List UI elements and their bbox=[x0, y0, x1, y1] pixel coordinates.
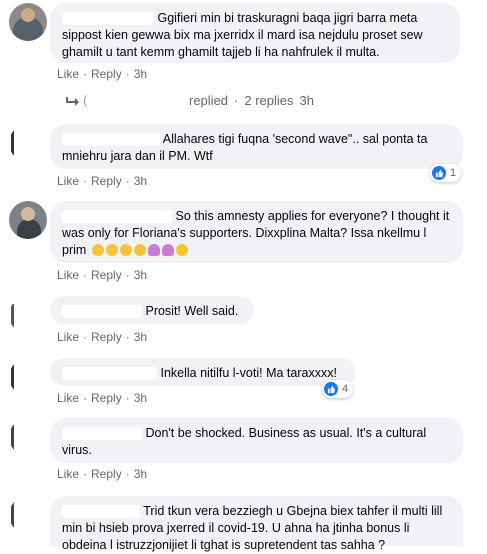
comment-bubble: Inkella nitilfu l-voti! Ma taraxxxx! bbox=[50, 358, 356, 386]
comment-actions: Like · Reply · 3h bbox=[57, 67, 148, 81]
comment-bubble: Ggifieri min bi traskuragni baqa jigri b… bbox=[50, 3, 460, 63]
reaction-count[interactable]: 1 bbox=[430, 164, 462, 182]
face-emoji bbox=[91, 244, 104, 256]
reply-button[interactable]: Reply bbox=[91, 391, 122, 405]
like-button[interactable]: Like bbox=[57, 330, 79, 344]
like-reaction-icon bbox=[432, 166, 446, 180]
timestamp[interactable]: 3h bbox=[134, 174, 147, 188]
comment-bubble: Trid tkun vera bezziegh u Gbejna biex ta… bbox=[50, 496, 463, 552]
comment-bubble: Allahares tigi fuqna 'second wave".. sal… bbox=[50, 124, 463, 169]
timestamp[interactable]: 3h bbox=[134, 67, 147, 81]
like-button[interactable]: Like bbox=[57, 391, 79, 405]
comment-bubble: Prosit! Well said. bbox=[50, 296, 254, 324]
reply-button[interactable]: Reply bbox=[91, 268, 122, 282]
author-name-redacted[interactable] bbox=[62, 305, 142, 319]
reply-button[interactable]: Reply bbox=[91, 467, 122, 481]
author-name-redacted[interactable] bbox=[62, 133, 160, 147]
comment-actions: Like · Reply · 3h bbox=[57, 467, 148, 481]
reply-count[interactable]: 2 replies bbox=[244, 93, 293, 108]
comment-text: Inkella nitilfu l-voti! Ma taraxxxx! bbox=[160, 366, 337, 380]
woman-facepalming-emoji bbox=[161, 244, 174, 256]
reply-button[interactable]: Reply bbox=[91, 330, 122, 344]
replier-avatar bbox=[84, 93, 93, 108]
comment-actions: Like · Reply · 3h bbox=[57, 268, 148, 282]
reaction-count[interactable]: 4 bbox=[322, 380, 354, 398]
comment-bubble: So this amnesty applies for everyone? I … bbox=[50, 201, 463, 263]
timestamp[interactable]: 3h bbox=[134, 330, 147, 344]
like-button[interactable]: Like bbox=[57, 67, 79, 81]
view-replies-link[interactable]: replied · 2 replies 3h bbox=[64, 93, 314, 108]
avatar[interactable] bbox=[9, 418, 47, 456]
woman-facepalming-emoji bbox=[147, 244, 160, 256]
reply-button[interactable]: Reply bbox=[91, 67, 122, 81]
author-name-redacted[interactable] bbox=[62, 210, 172, 224]
reply-button[interactable]: Reply bbox=[91, 174, 122, 188]
timestamp[interactable]: 3h bbox=[134, 467, 147, 481]
like-button[interactable]: Like bbox=[57, 174, 79, 188]
comment-actions: Like · Reply · 3h bbox=[57, 330, 148, 344]
author-name-redacted[interactable] bbox=[62, 427, 142, 441]
reply-time: 3h bbox=[299, 93, 314, 108]
face-emoji bbox=[175, 244, 188, 256]
face-emoji bbox=[119, 244, 132, 256]
like-reaction-icon bbox=[324, 382, 338, 396]
avatar[interactable] bbox=[9, 296, 47, 334]
comment-actions: Like · Reply · 3h bbox=[57, 391, 148, 405]
like-button[interactable]: Like bbox=[57, 467, 79, 481]
timestamp[interactable]: 3h bbox=[134, 268, 147, 282]
avatar[interactable] bbox=[9, 358, 47, 396]
comment-text: Prosit! Well said. bbox=[145, 304, 239, 318]
comment-actions: Like · Reply · 3h bbox=[57, 174, 148, 188]
like-button[interactable]: Like bbox=[57, 268, 79, 282]
avatar[interactable] bbox=[9, 201, 47, 239]
avatar[interactable] bbox=[9, 496, 47, 534]
replied-text: replied bbox=[189, 93, 229, 108]
face-emoji bbox=[133, 244, 146, 256]
avatar[interactable] bbox=[9, 124, 47, 162]
author-name-redacted[interactable] bbox=[62, 12, 154, 26]
emoji-row bbox=[91, 243, 190, 257]
author-name-redacted[interactable] bbox=[62, 505, 140, 519]
comment-bubble: Don't be shocked. Business as usual. It'… bbox=[50, 418, 463, 463]
author-name-redacted[interactable] bbox=[62, 367, 157, 381]
reply-arrow-icon bbox=[66, 96, 79, 106]
face-emoji bbox=[105, 244, 118, 256]
avatar[interactable] bbox=[9, 3, 47, 41]
timestamp[interactable]: 3h bbox=[134, 391, 147, 405]
